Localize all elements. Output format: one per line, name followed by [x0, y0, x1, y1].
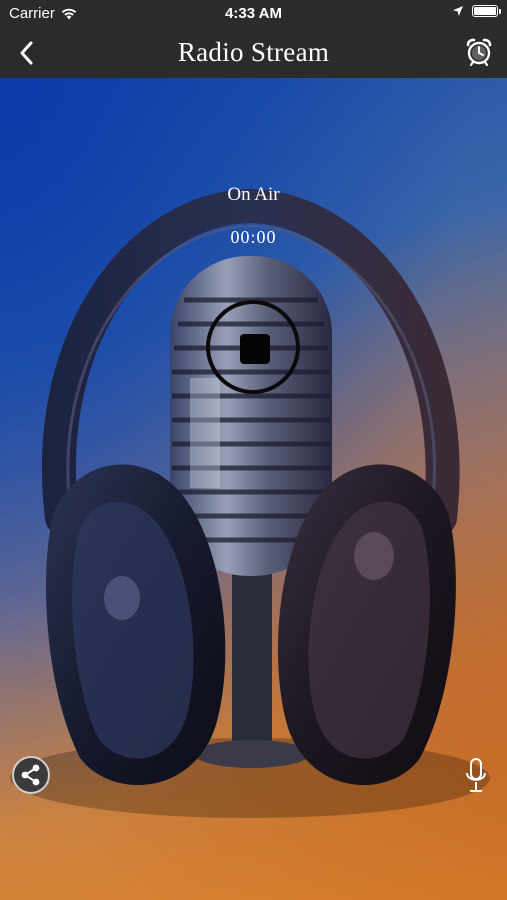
- microphone-icon: [466, 758, 486, 792]
- stop-button[interactable]: [206, 300, 300, 394]
- player-stage: On Air 00:00: [0, 78, 507, 900]
- page-title: Radio Stream: [177, 37, 330, 67]
- alarm-button[interactable]: [465, 37, 493, 67]
- location-arrow-icon: [453, 6, 463, 16]
- elapsed-time: 00:00: [230, 227, 277, 247]
- battery-icon: [472, 5, 501, 17]
- microphone-button[interactable]: [464, 756, 488, 796]
- radio-stream-screen: Carrier 4:33 AM Radio Stream On Air 00:0…: [0, 0, 507, 900]
- clock-time: 4:33 AM: [225, 5, 282, 22]
- share-button[interactable]: [12, 756, 50, 794]
- status-right-group: [452, 5, 501, 17]
- stop-icon: [240, 334, 270, 364]
- status-bar: Carrier 4:33 AM: [0, 0, 507, 28]
- navigation-bar: Radio Stream: [0, 28, 507, 78]
- alarm-clock-icon: [466, 38, 492, 67]
- share-icon: [21, 764, 40, 786]
- on-air-status: On Air: [227, 184, 280, 205]
